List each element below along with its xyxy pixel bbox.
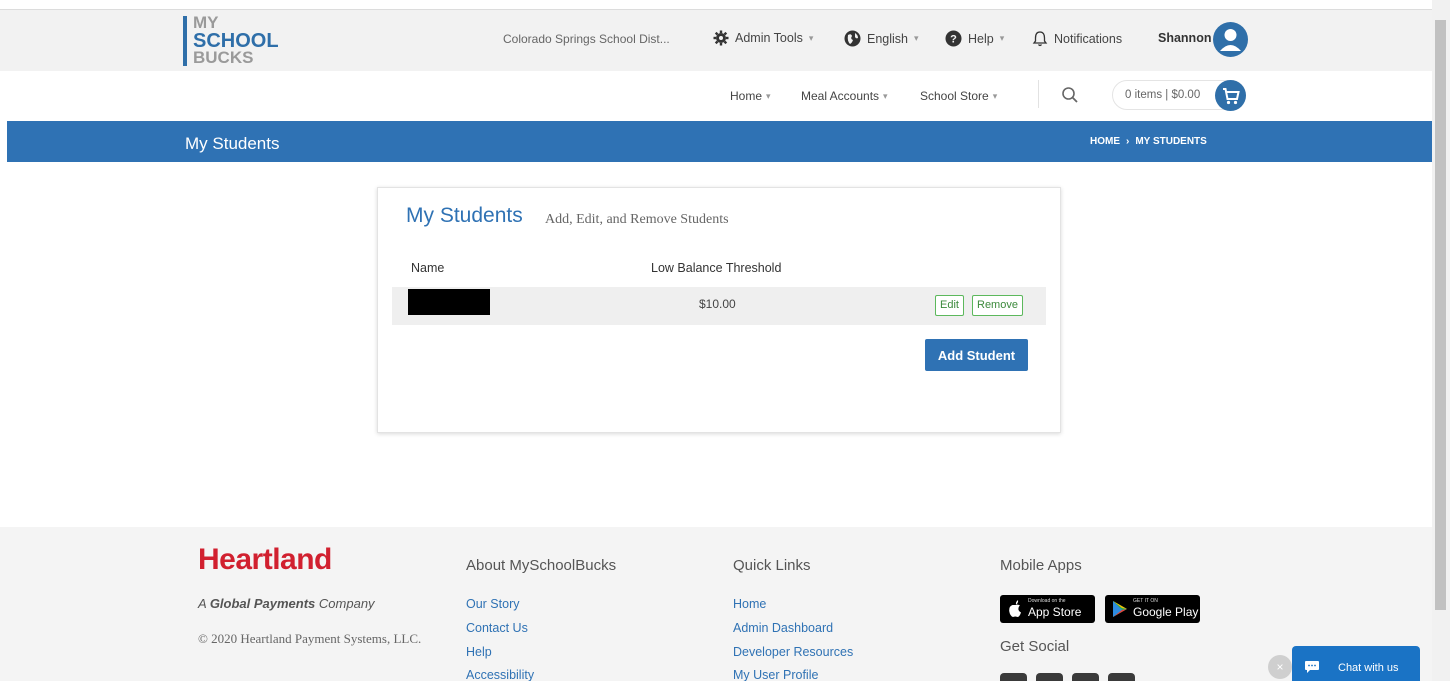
- cart-summary-text: 0 items | $0.00: [1125, 89, 1201, 101]
- chevron-down-icon: ▾: [999, 33, 1005, 43]
- google-play-small-text: GET IT ON: [1133, 598, 1158, 604]
- column-header-threshold: Low Balance Threshold: [651, 261, 782, 275]
- user-name[interactable]: Shannon: [1158, 31, 1211, 45]
- breadcrumb-current: MY STUDENTS: [1135, 136, 1207, 147]
- app-store-small-text: Download on the: [1028, 598, 1066, 604]
- card-subtitle: Add, Edit, and Remove Students: [545, 212, 729, 227]
- heartland-tagline: A Global Payments Company: [198, 596, 375, 611]
- tagline-bold: Global Payments: [209, 596, 316, 611]
- add-student-button[interactable]: Add Student: [925, 339, 1028, 371]
- footer-link-help[interactable]: Help: [466, 645, 492, 659]
- globe-icon: [844, 30, 861, 47]
- chevron-down-icon: ▾: [992, 90, 998, 101]
- student-threshold: $10.00: [699, 297, 736, 311]
- chevron-down-icon: ▾: [766, 90, 771, 101]
- youtube-icon[interactable]: [1108, 673, 1135, 681]
- language-menu[interactable]: English ▾: [844, 30, 919, 47]
- logo-line-1: MY: [193, 13, 219, 32]
- chevron-down-icon: ▾: [808, 32, 814, 43]
- heartland-logo: Heartland: [198, 543, 332, 576]
- district-selector[interactable]: Colorado Springs School Dist...: [503, 32, 670, 46]
- footer-link-admin-dashboard[interactable]: Admin Dashboard: [733, 621, 833, 635]
- breadcrumb: HOME › MY STUDENTS: [1090, 136, 1207, 147]
- copyright-text: © 2020 Heartland Payment Systems, LLC.: [198, 631, 422, 646]
- column-header-name: Name: [411, 261, 445, 275]
- footer-link-home[interactable]: Home: [733, 597, 766, 611]
- remove-student-button[interactable]: Remove: [972, 295, 1023, 316]
- tagline-prefix: A: [198, 596, 210, 611]
- facebook-icon[interactable]: [1000, 673, 1027, 681]
- nav-divider: [1038, 80, 1039, 108]
- user-avatar-icon[interactable]: [1213, 22, 1248, 57]
- nav-school-store[interactable]: School Store ▾: [920, 89, 997, 103]
- search-icon[interactable]: [1061, 86, 1079, 104]
- app-store-text: App Store: [1028, 605, 1082, 619]
- chevron-right-icon: ›: [1126, 136, 1130, 147]
- chevron-down-icon: ▾: [914, 33, 919, 43]
- myschoolbucks-logo[interactable]: MY SCHOOL BUCKS: [183, 13, 283, 67]
- about-heading: About MySchoolBucks: [466, 557, 617, 574]
- scrollbar-thumb[interactable]: [1435, 20, 1446, 610]
- chat-close-icon[interactable]: ×: [1268, 655, 1292, 679]
- chevron-down-icon: ▾: [883, 90, 888, 101]
- footer-link-contact-us[interactable]: Contact Us: [466, 621, 528, 635]
- get-social-heading: Get Social: [1000, 638, 1070, 655]
- nav-home-label: Home: [730, 89, 763, 103]
- google-play-text: Google Play: [1133, 605, 1199, 619]
- page-title: My Students: [185, 134, 280, 153]
- footer-link-my-user-profile[interactable]: My User Profile: [733, 668, 818, 681]
- language-label: English: [867, 31, 908, 46]
- breadcrumb-home[interactable]: HOME: [1090, 136, 1120, 147]
- help-label: Help: [968, 31, 994, 46]
- logo-bar: [183, 16, 187, 66]
- chat-bubble-icon: [1305, 661, 1319, 673]
- help-menu[interactable]: ? Help ▾: [945, 30, 1004, 47]
- chat-widget-button[interactable]: Chat with us: [1292, 646, 1420, 681]
- notifications-button[interactable]: Notifications: [1032, 30, 1122, 47]
- mobile-apps-heading: Mobile Apps: [1000, 557, 1082, 574]
- shopping-cart-icon[interactable]: [1215, 80, 1246, 111]
- chat-label: Chat with us: [1338, 662, 1399, 674]
- card-title: My Students: [406, 204, 523, 227]
- footer-link-our-story[interactable]: Our Story: [466, 597, 520, 611]
- svg-text:?: ?: [950, 34, 957, 46]
- notifications-label: Notifications: [1054, 31, 1123, 46]
- admin-tools-label: Admin Tools: [735, 31, 803, 45]
- bell-icon: [1032, 31, 1048, 47]
- google-play-icon: [1113, 601, 1127, 617]
- footer-link-accessibility[interactable]: Accessibility: [466, 668, 534, 681]
- instagram-icon[interactable]: [1036, 673, 1063, 681]
- app-store-button[interactable]: Download on the App Store: [1000, 595, 1095, 623]
- question-circle-icon: ?: [945, 30, 962, 47]
- gear-icon: [713, 30, 729, 46]
- tagline-suffix: Company: [315, 596, 375, 611]
- quick-links-heading: Quick Links: [733, 557, 811, 574]
- logo-line-3: BUCKS: [193, 48, 254, 67]
- nav-school-store-label: School Store: [920, 89, 989, 103]
- edit-student-button[interactable]: Edit: [935, 295, 964, 316]
- google-play-button[interactable]: GET IT ON Google Play: [1105, 595, 1200, 623]
- nav-meal-accounts[interactable]: Meal Accounts ▾: [801, 89, 888, 103]
- apple-icon: [1009, 600, 1021, 617]
- twitter-icon[interactable]: [1072, 673, 1099, 681]
- browser-top-strip: [0, 0, 1432, 10]
- footer-link-developer-resources[interactable]: Developer Resources: [733, 645, 853, 659]
- nav-meal-accounts-label: Meal Accounts: [801, 89, 880, 103]
- admin-tools-menu[interactable]: Admin Tools ▾: [713, 30, 813, 46]
- student-name-redacted: [408, 289, 490, 315]
- nav-home[interactable]: Home ▾: [730, 89, 771, 103]
